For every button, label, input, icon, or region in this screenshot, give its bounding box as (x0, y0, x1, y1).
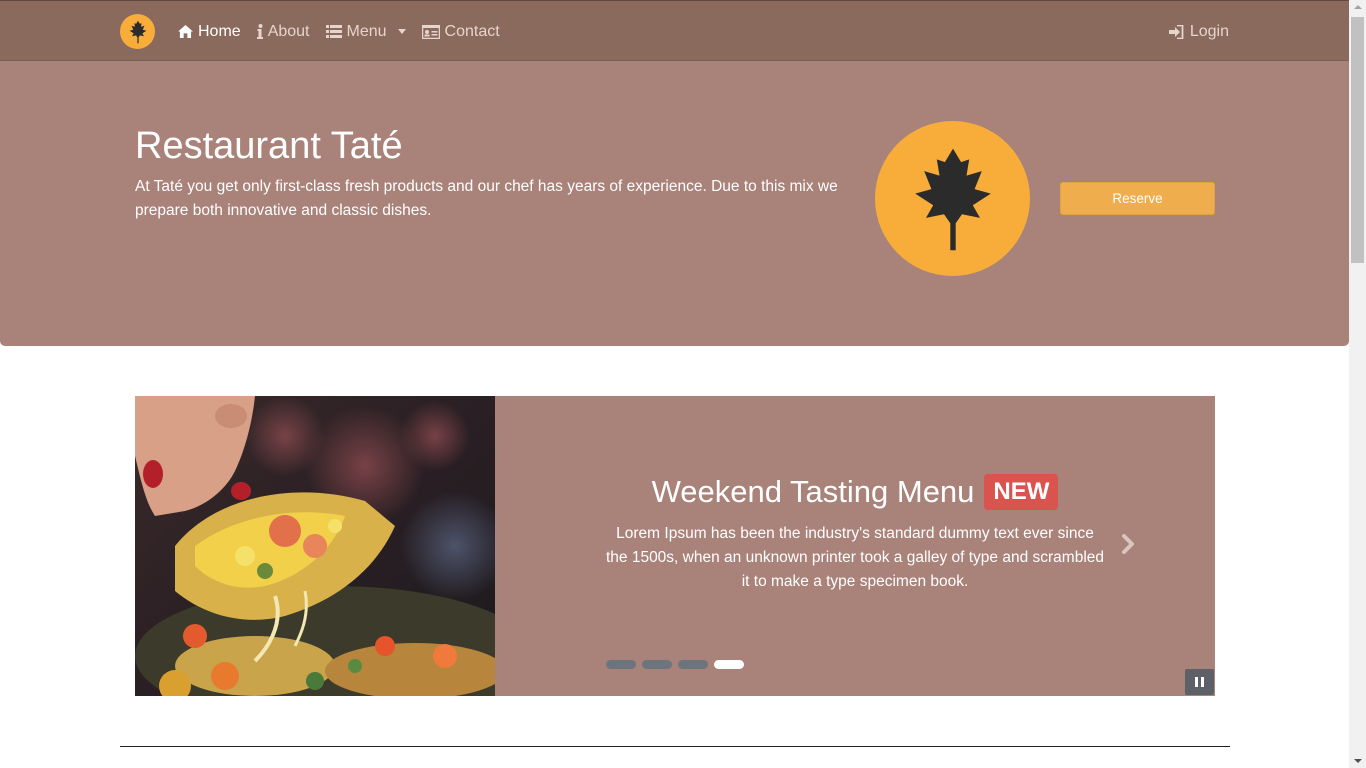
nav-menu-dropdown[interactable]: Menu (325, 22, 406, 41)
nav-about[interactable]: About (256, 22, 310, 41)
nav-home-label: Home (198, 22, 241, 40)
scroll-up-icon[interactable] (1354, 5, 1362, 9)
hero-section: Restaurant Taté At Taté you get only fir… (0, 61, 1349, 346)
slide-title: Weekend Tasting Menu NEW (495, 474, 1215, 510)
nav-menu-label: Menu (346, 22, 387, 40)
carousel-indicators (606, 660, 744, 669)
dish-photo (135, 396, 495, 696)
slide-description: Lorem Ipsum has been the industry's stan… (605, 525, 1105, 590)
nav-about-label: About (267, 22, 310, 40)
carousel-indicator-1[interactable] (606, 660, 636, 669)
carousel-indicator-2[interactable] (642, 660, 672, 669)
main-nav: Home About Menu Contact (178, 1, 500, 62)
contact-card-icon (421, 24, 440, 39)
carousel-indicator-4[interactable] (714, 660, 744, 669)
scroll-down-icon[interactable] (1354, 759, 1362, 763)
top-navbar: Home About Menu Contact Login (0, 0, 1349, 61)
home-icon (178, 25, 193, 38)
nav-contact-label: Contact (444, 22, 500, 40)
scroll-thumb[interactable] (1351, 17, 1364, 263)
list-icon (325, 25, 342, 38)
nav-home[interactable]: Home (178, 23, 241, 41)
info-icon (256, 24, 263, 39)
reserve-button[interactable]: Reserve (1060, 182, 1215, 215)
login-icon (1168, 24, 1184, 39)
section-divider (120, 746, 1230, 747)
featured-carousel: Weekend Tasting Menu NEW Lorem Ipsum has… (135, 396, 1215, 696)
leaf-icon (914, 148, 991, 250)
leaf-icon (129, 20, 146, 43)
hero-title: Restaurant Taté (135, 125, 403, 167)
brand-logo[interactable] (120, 14, 155, 49)
login-link[interactable]: Login (1168, 1, 1229, 62)
chevron-right-icon (1122, 534, 1134, 554)
slide-title-text: Weekend Tasting Menu (651, 474, 975, 509)
login-label: Login (1189, 22, 1229, 40)
nav-contact[interactable]: Contact (421, 22, 500, 41)
page-scrollbar[interactable] (1349, 0, 1366, 768)
carousel-pause-button[interactable] (1185, 669, 1214, 695)
slide-caption: Weekend Tasting Menu NEW Lorem Ipsum has… (495, 396, 1215, 696)
new-badge: NEW (984, 474, 1059, 510)
chevron-down-icon (397, 29, 406, 34)
hero-description: At Taté you get only first-class fresh p… (135, 178, 838, 219)
hero-logo (875, 121, 1030, 276)
pause-icon (1195, 677, 1198, 687)
pause-icon-bar (1201, 677, 1204, 687)
carousel-indicator-3[interactable] (678, 660, 708, 669)
carousel-next-button[interactable] (1121, 534, 1135, 559)
